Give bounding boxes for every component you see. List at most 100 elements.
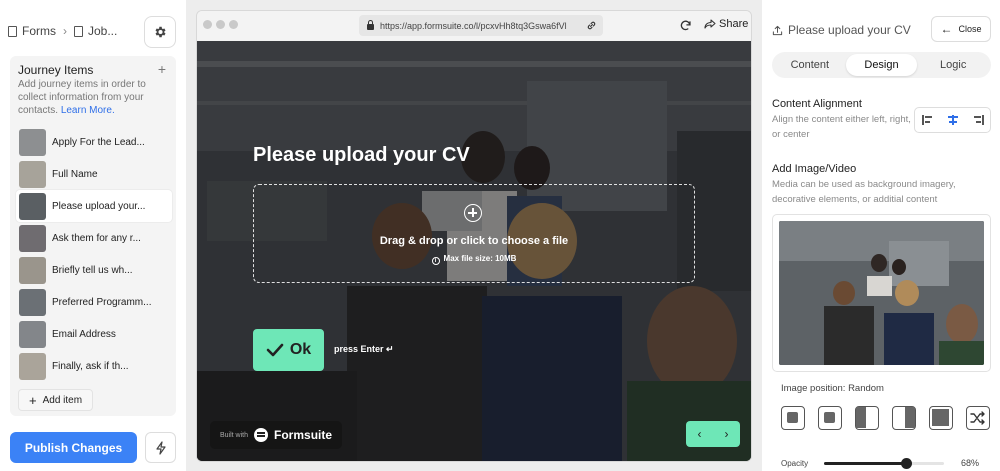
add-circle-icon xyxy=(464,204,482,222)
quick-actions-button[interactable] xyxy=(145,432,176,463)
share-icon xyxy=(704,19,716,29)
gear-icon xyxy=(155,26,166,38)
opacity-slider[interactable] xyxy=(824,458,944,469)
align-center-icon[interactable] xyxy=(947,115,959,125)
settings-button[interactable] xyxy=(144,16,176,48)
position-full-icon[interactable] xyxy=(929,406,953,430)
refresh-icon[interactable] xyxy=(679,19,692,32)
journey-item[interactable]: Ask them for any r... xyxy=(16,222,172,254)
ok-label: Ok xyxy=(289,341,312,358)
journey-item[interactable]: Briefly tell us wh... xyxy=(16,254,172,286)
align-right-icon[interactable] xyxy=(972,115,984,125)
opacity-slider-fill xyxy=(824,462,906,465)
journey-item-label: Please upload your... xyxy=(52,200,146,212)
journey-item-thumbnail xyxy=(19,256,46,284)
align-left-icon[interactable] xyxy=(921,115,934,125)
add-media-desc: Media can be used as background imagery,… xyxy=(772,179,956,205)
position-split-left-icon[interactable] xyxy=(855,406,879,430)
journey-item-label: Full Name xyxy=(52,168,98,180)
tab-design[interactable]: Design xyxy=(845,54,918,76)
media-thumbnail xyxy=(779,221,984,365)
ok-button[interactable]: Ok xyxy=(253,329,324,371)
journey-item-label: Email Address xyxy=(52,328,116,340)
close-button[interactable]: ← Close xyxy=(931,16,991,42)
chevron-right-icon: › xyxy=(724,427,729,441)
preview-area: https://app.formsuite.co/l/pcxvHh8tq3Gsw… xyxy=(186,0,762,471)
breadcrumb-forms[interactable]: Forms xyxy=(22,24,56,38)
opacity-label: Opacity xyxy=(781,459,809,468)
arrow-left-icon: ← xyxy=(940,22,953,36)
file-dropzone[interactable]: Drag & drop or click to choose a file iM… xyxy=(253,184,695,283)
content-alignment-title: Content Alignment xyxy=(772,98,862,110)
left-sidebar: Forms › Job... Journey Items + Add journ… xyxy=(0,0,186,471)
journey-item-label: Preferred Programm... xyxy=(52,296,152,308)
shuffle-icon[interactable] xyxy=(966,406,990,430)
share-label: Share xyxy=(719,18,749,30)
max-size-note: i Max file size: 10MB xyxy=(254,254,694,265)
journey-item-thumbnail xyxy=(19,224,46,252)
learn-more-link[interactable]: Learn More. xyxy=(61,105,115,116)
url-bar[interactable]: https://app.formsuite.co/l/pcxvHh8tq3Gsw… xyxy=(359,15,603,36)
journey-item-thumbnail xyxy=(19,320,46,348)
journey-item[interactable]: Apply For the Lead... xyxy=(16,126,172,158)
journey-item-thumbnail xyxy=(19,352,46,380)
position-center-icon[interactable] xyxy=(818,406,842,430)
question-title: Please upload your CV xyxy=(253,144,470,166)
add-item-button[interactable]: + Add item xyxy=(18,389,94,411)
previous-button[interactable]: ‹ xyxy=(686,421,713,447)
add-item-label: Add item xyxy=(42,394,83,406)
opacity-slider-handle[interactable] xyxy=(900,458,912,469)
journey-item-label: Apply For the Lead... xyxy=(52,136,145,148)
question-navigation: ‹ › xyxy=(686,421,740,447)
form-preview: Please upload your CV Drag & drop or cli… xyxy=(197,41,751,461)
panel-title: Please upload your CV xyxy=(788,23,911,37)
chevron-right-icon: › xyxy=(63,24,67,38)
tab-content[interactable]: Content xyxy=(774,54,846,76)
properties-panel: Please upload your CV ← Close Content De… xyxy=(762,0,1000,471)
journey-items-panel: Journey Items + Add journey items in ord… xyxy=(10,56,176,416)
document-icon xyxy=(74,25,83,37)
image-position-label: Image position: Random xyxy=(781,383,884,394)
add-media-title: Add Image/Video xyxy=(772,163,857,175)
url-text: https://app.formsuite.co/l/pcxvHh8tq3Gsw… xyxy=(380,20,567,31)
breadcrumb-current[interactable]: Job... xyxy=(88,24,117,38)
journey-item-thumbnail xyxy=(19,288,46,316)
journey-items-title: Journey Items xyxy=(18,63,94,77)
image-position-options xyxy=(781,406,990,430)
formsuite-logo-icon xyxy=(254,428,269,442)
position-split-right-icon[interactable] xyxy=(892,406,916,430)
media-preview[interactable] xyxy=(772,214,991,372)
position-contain-icon[interactable] xyxy=(781,406,805,430)
max-size-text: Max file size: 10MB xyxy=(443,254,517,263)
built-with-badge[interactable]: Built with Formsuite xyxy=(210,421,343,449)
journey-item[interactable]: Please upload your... xyxy=(16,190,172,222)
journey-item[interactable]: Email Address xyxy=(16,318,172,350)
journey-item[interactable]: Finally, ask if th... xyxy=(16,350,172,382)
journey-item[interactable]: Preferred Programm... xyxy=(16,286,172,318)
tab-logic[interactable]: Logic xyxy=(917,54,989,76)
journey-item-list: Apply For the Lead... Full Name Please upl… xyxy=(16,126,172,382)
journey-item-label: Ask them for any r... xyxy=(52,232,141,244)
journey-item-thumbnail xyxy=(19,192,46,220)
journey-item-label: Finally, ask if th... xyxy=(52,360,129,372)
browser-frame: https://app.formsuite.co/l/pcxvHh8tq3Gsw… xyxy=(196,10,752,462)
add-journey-item-icon[interactable]: + xyxy=(158,61,166,77)
opacity-value: 68% xyxy=(961,458,980,468)
journey-item[interactable]: Full Name xyxy=(16,158,172,190)
browser-toolbar: https://app.formsuite.co/l/pcxvHh8tq3Gsw… xyxy=(197,11,751,41)
document-icon xyxy=(8,25,17,37)
built-with-text: Built with xyxy=(220,431,249,439)
panel-header: Please upload your CV xyxy=(772,23,911,37)
journey-item-label: Briefly tell us wh... xyxy=(52,264,133,276)
journey-items-description: Add journey items in order to collect in… xyxy=(18,78,168,117)
journey-item-thumbnail xyxy=(19,128,46,156)
window-controls xyxy=(203,20,238,29)
publish-changes-button[interactable]: Publish Changes xyxy=(10,432,137,463)
next-button[interactable]: › xyxy=(713,421,740,447)
link-icon[interactable] xyxy=(586,20,597,31)
journey-item-thumbnail xyxy=(19,160,46,188)
office-thumbnail-image xyxy=(779,221,984,365)
lock-icon xyxy=(367,19,374,30)
share-button[interactable]: Share xyxy=(704,18,748,30)
bolt-icon xyxy=(155,440,166,455)
